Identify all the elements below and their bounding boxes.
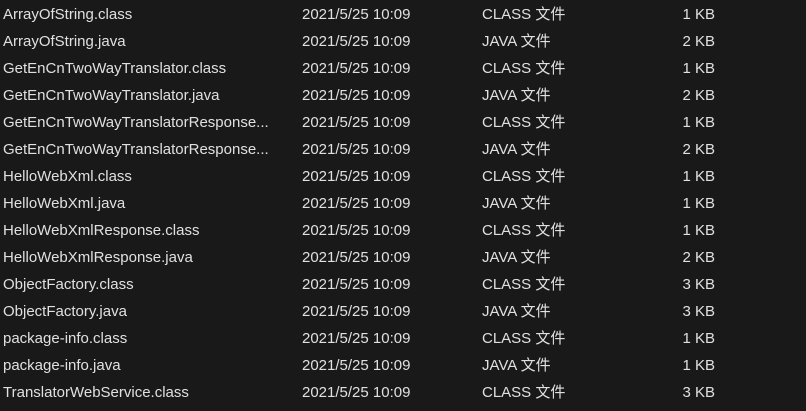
file-name: ArrayOfString.java [3, 33, 126, 50]
file-type: CLASS 文件 [482, 222, 566, 239]
file-modified-date: 2021/5/25 10:09 [302, 249, 411, 266]
file-type: JAVA 文件 [482, 303, 551, 320]
file-modified-date: 2021/5/25 10:09 [302, 60, 411, 77]
file-row[interactable]: ArrayOfString.class 2021/5/25 10:09 CLAS… [0, 1, 806, 28]
file-size: 2 KB [682, 87, 715, 104]
file-modified-date: 2021/5/25 10:09 [302, 114, 411, 131]
file-modified-date: 2021/5/25 10:09 [302, 222, 411, 239]
file-size: 2 KB [682, 249, 715, 266]
file-name: HelloWebXml.java [3, 195, 126, 212]
file-size: 3 KB [682, 384, 715, 401]
file-list: ArrayOfString.class 2021/5/25 10:09 CLAS… [0, 0, 806, 411]
file-name: GetEnCnTwoWayTranslatorResponse... [3, 114, 269, 131]
file-modified-date: 2021/5/25 10:09 [302, 87, 411, 104]
file-row[interactable]: HelloWebXmlResponse.class 2021/5/25 10:0… [0, 217, 806, 244]
file-name: ObjectFactory.class [3, 276, 134, 293]
file-row[interactable]: package-info.class 2021/5/25 10:09 CLASS… [0, 325, 806, 352]
file-modified-date: 2021/5/25 10:09 [302, 168, 411, 185]
file-type: CLASS 文件 [482, 60, 566, 77]
file-type: CLASS 文件 [482, 384, 566, 401]
file-name: GetEnCnTwoWayTranslator.class [3, 60, 227, 77]
file-size: 3 KB [682, 276, 715, 293]
file-row[interactable]: package-info.java 2021/5/25 10:09 JAVA 文… [0, 352, 806, 379]
file-name: HelloWebXmlResponse.java [3, 249, 193, 266]
file-size: 1 KB [682, 357, 715, 374]
file-size: 1 KB [682, 168, 715, 185]
file-type: CLASS 文件 [482, 6, 566, 23]
file-name: HelloWebXml.class [3, 168, 132, 185]
file-row[interactable]: ArrayOfString.java 2021/5/25 10:09 JAVA … [0, 28, 806, 55]
file-type: JAVA 文件 [482, 33, 551, 50]
file-type: CLASS 文件 [482, 114, 566, 131]
file-row[interactable]: GetEnCnTwoWayTranslator.java 2021/5/25 1… [0, 82, 806, 109]
file-name: HelloWebXmlResponse.class [3, 222, 200, 239]
file-modified-date: 2021/5/25 10:09 [302, 330, 411, 347]
file-name: package-info.java [3, 357, 121, 374]
file-size: 1 KB [682, 222, 715, 239]
file-type: CLASS 文件 [482, 168, 566, 185]
file-size: 1 KB [682, 330, 715, 347]
file-row[interactable]: HelloWebXmlResponse.java 2021/5/25 10:09… [0, 244, 806, 271]
file-type: CLASS 文件 [482, 276, 566, 293]
file-type: CLASS 文件 [482, 330, 566, 347]
file-modified-date: 2021/5/25 10:09 [302, 33, 411, 50]
file-size: 1 KB [682, 60, 715, 77]
file-type: JAVA 文件 [482, 87, 551, 104]
file-modified-date: 2021/5/25 10:09 [302, 195, 411, 212]
file-row[interactable]: ObjectFactory.class 2021/5/25 10:09 CLAS… [0, 271, 806, 298]
file-modified-date: 2021/5/25 10:09 [302, 6, 411, 23]
file-row[interactable]: ObjectFactory.java 2021/5/25 10:09 JAVA … [0, 298, 806, 325]
file-modified-date: 2021/5/25 10:09 [302, 276, 411, 293]
file-modified-date: 2021/5/25 10:09 [302, 303, 411, 320]
file-size: 2 KB [682, 33, 715, 50]
file-row[interactable]: GetEnCnTwoWayTranslator.class 2021/5/25 … [0, 55, 806, 82]
file-name: ObjectFactory.java [3, 303, 127, 320]
file-name: TranslatorWebService.class [3, 384, 189, 401]
file-row[interactable]: TranslatorWebService.class 2021/5/25 10:… [0, 379, 806, 406]
file-size: 3 KB [682, 303, 715, 320]
file-size: 1 KB [682, 114, 715, 131]
file-row[interactable]: GetEnCnTwoWayTranslatorResponse... 2021/… [0, 109, 806, 136]
file-type: JAVA 文件 [482, 141, 551, 158]
file-size: 1 KB [682, 6, 715, 23]
file-name: GetEnCnTwoWayTranslator.java [3, 87, 220, 104]
file-type: JAVA 文件 [482, 195, 551, 212]
file-modified-date: 2021/5/25 10:09 [302, 141, 411, 158]
file-size: 1 KB [682, 195, 715, 212]
file-row[interactable]: HelloWebXml.class 2021/5/25 10:09 CLASS … [0, 163, 806, 190]
file-name: ArrayOfString.class [3, 6, 133, 23]
file-name: package-info.class [3, 330, 128, 347]
file-row[interactable]: HelloWebXml.java 2021/5/25 10:09 JAVA 文件… [0, 190, 806, 217]
file-row[interactable]: GetEnCnTwoWayTranslatorResponse... 2021/… [0, 136, 806, 163]
file-modified-date: 2021/5/25 10:09 [302, 384, 411, 401]
file-size: 2 KB [682, 141, 715, 158]
file-type: JAVA 文件 [482, 249, 551, 266]
file-type: JAVA 文件 [482, 357, 551, 374]
file-name: GetEnCnTwoWayTranslatorResponse... [3, 141, 269, 158]
file-modified-date: 2021/5/25 10:09 [302, 357, 411, 374]
